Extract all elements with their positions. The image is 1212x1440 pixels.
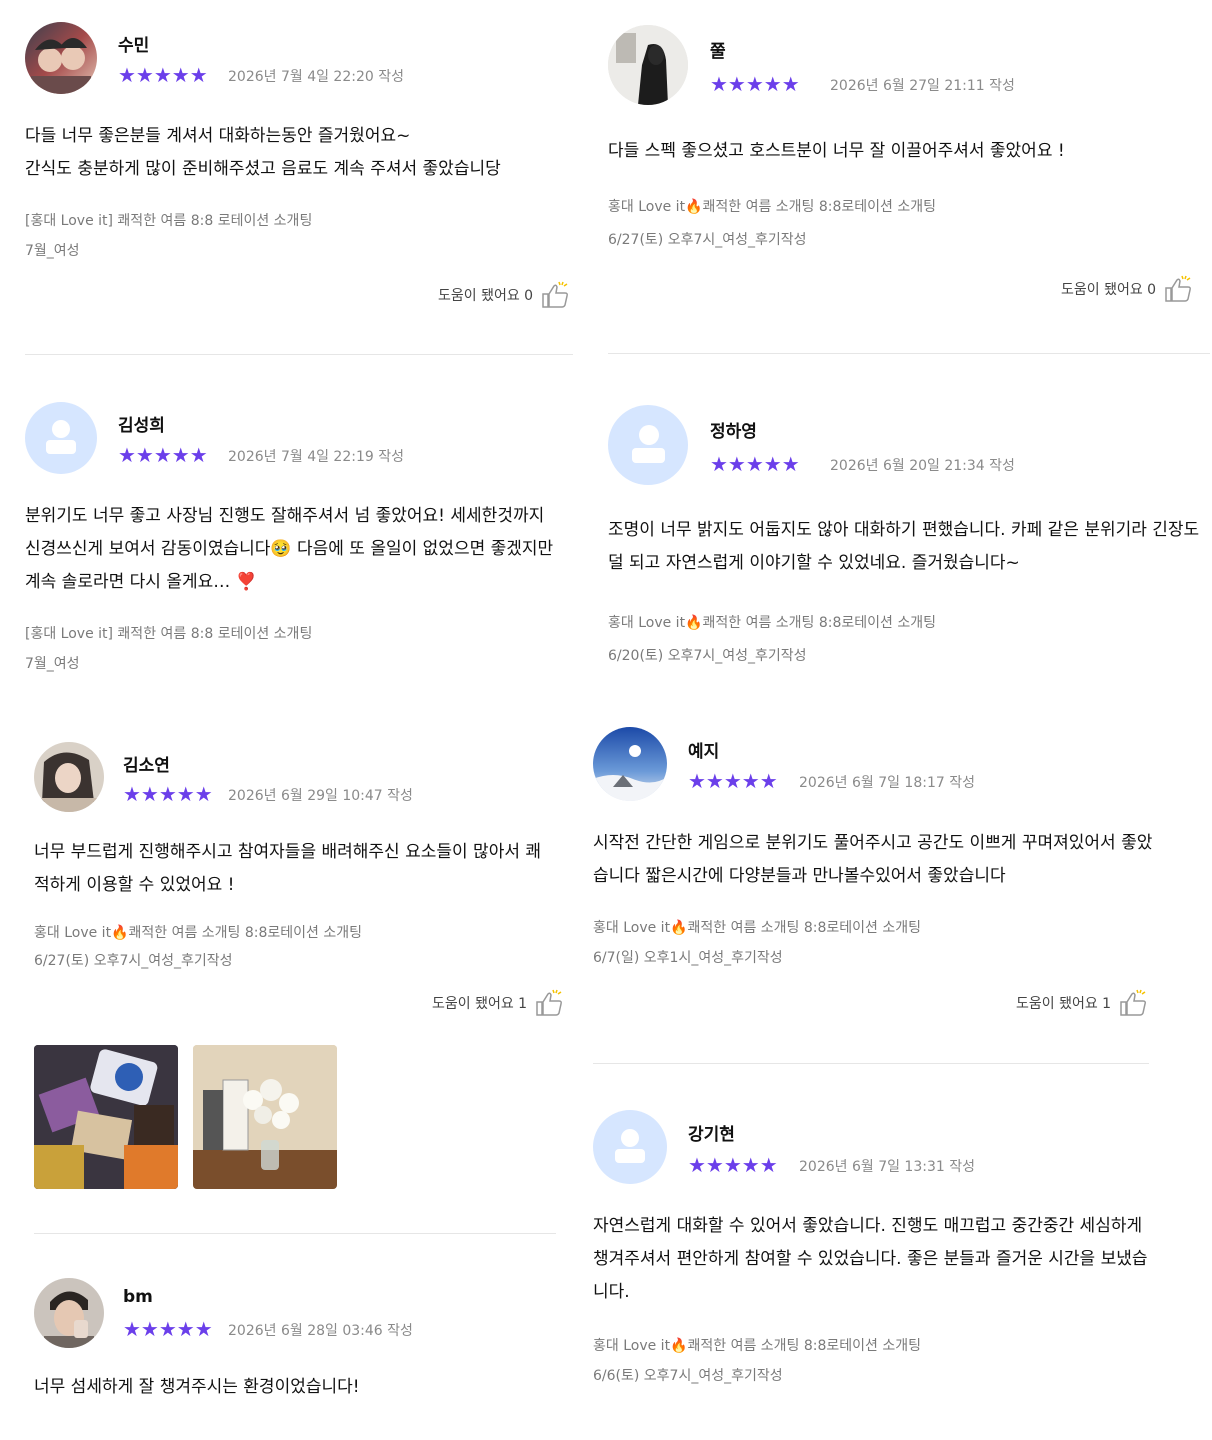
option-info: 7월_여성 — [25, 656, 80, 672]
helpful-label: 도움이 됐어요 1 — [1016, 996, 1112, 1012]
review-text: 다들 너무 좋은분들 계셔서 대화하는동안 즐거웠어요~ 간식도 충분하게 많이… — [25, 126, 501, 179]
thumbs-up-icon — [542, 281, 569, 308]
reviewer-name: 쭐 — [710, 42, 726, 62]
reviewer-name: 정하영 — [710, 422, 757, 442]
profile-photo — [31, 38, 91, 94]
review-date: 2026년 6월 20일 21:34 작성 — [830, 458, 1015, 474]
avatar — [608, 405, 688, 485]
avatar — [25, 402, 97, 474]
helpful-button[interactable]: 도움이 됐어요 0 — [438, 280, 571, 310]
helpful-label: 도움이 됐어요 0 — [1061, 282, 1157, 298]
review-text: 다들 스펙 좋으셨고 호스트분이 너무 잘 이끌어주셔서 좋았어요 ! — [608, 141, 1065, 161]
product-name: [홍대 Love it] 쾌적한 여름 8:8 로테이션 소개팅 — [25, 626, 313, 642]
avatar — [25, 22, 97, 94]
review-date: 2026년 6월 29일 10:47 작성 — [228, 788, 413, 804]
avatar — [34, 1278, 104, 1348]
review-date: 2026년 6월 27일 21:11 작성 — [830, 78, 1015, 94]
option-info: 6/27(토) 오후7시_여성_후기작성 — [608, 232, 807, 248]
divider — [25, 354, 573, 355]
divider — [34, 1233, 556, 1234]
reviewer-name: 강기현 — [688, 1125, 735, 1145]
profile-photo — [608, 25, 688, 105]
option-info: 6/27(토) 오후7시_여성_후기작성 — [34, 953, 233, 969]
product-name: 홍대 Love it🔥쾌적한 여름 소개팅 8:8로테이션 소개팅 — [593, 920, 922, 936]
helpful-button[interactable]: 도움이 됐어요 1 — [1016, 988, 1149, 1018]
review-text: 너무 섬세하게 잘 챙겨주시는 환경이었습니다! — [34, 1377, 360, 1397]
avatar — [34, 742, 104, 812]
product-name: 홍대 Love it🔥쾌적한 여름 소개팅 8:8로테이션 소개팅 — [593, 1338, 922, 1354]
profile-photo — [593, 727, 667, 801]
review-date: 2026년 6월 7일 18:17 작성 — [799, 775, 975, 791]
review-text: 너무 부드럽게 진행해주시고 참여자들을 배려해주신 요소들이 많아서 쾌적하게… — [34, 842, 542, 895]
review-text: 조명이 너무 밝지도 어둡지도 않아 대화하기 편했습니다. 카페 같은 분위기… — [608, 520, 1200, 573]
star-rating: ★★★★★ — [118, 63, 208, 87]
reviewer-name: bm — [123, 1287, 153, 1307]
profile-photo — [44, 1291, 94, 1348]
star-rating: ★★★★★ — [123, 782, 213, 806]
helpful-label: 도움이 됐어요 0 — [438, 288, 534, 304]
avatar — [593, 727, 667, 801]
snacks-photo — [34, 1045, 178, 1189]
review-text: 자연스럽게 대화할 수 있어서 좋았습니다. 진행도 매끄럽고 중간중간 세심하… — [593, 1216, 1148, 1302]
option-info: 6/6(토) 오후7시_여성_후기작성 — [593, 1368, 783, 1384]
reviewer-name: 수민 — [118, 36, 150, 56]
star-rating: ★★★★★ — [710, 72, 800, 96]
divider — [593, 1063, 1149, 1064]
product-name: 홍대 Love it🔥쾌적한 여름 소개팅 8:8로테이션 소개팅 — [34, 925, 363, 941]
product-name: [홍대 Love it] 쾌적한 여름 8:8 로테이션 소개팅 — [25, 213, 313, 229]
helpful-label: 도움이 됐어요 1 — [432, 996, 528, 1012]
star-rating: ★★★★★ — [710, 452, 800, 476]
review-date: 2026년 7월 4일 22:19 작성 — [228, 449, 404, 465]
helpful-button[interactable]: 도움이 됐어요 0 — [1061, 274, 1194, 304]
star-rating: ★★★★★ — [118, 443, 208, 467]
reviewer-name: 김소연 — [123, 756, 170, 776]
star-rating: ★★★★★ — [688, 1153, 778, 1177]
product-name: 홍대 Love it🔥쾌적한 여름 소개팅 8:8로테이션 소개팅 — [608, 615, 937, 631]
star-rating: ★★★★★ — [123, 1317, 213, 1341]
review-text: 시작전 간단한 게임으로 분위기도 풀어주시고 공간도 이쁘게 꾸며져있어서 좋… — [593, 833, 1153, 886]
review-date: 2026년 7월 4일 22:20 작성 — [228, 69, 404, 85]
thumbs-up-icon — [536, 989, 563, 1016]
star-rating: ★★★★★ — [688, 769, 778, 793]
review-photo[interactable] — [193, 1045, 337, 1189]
reviewer-name: 김성희 — [118, 416, 165, 436]
helpful-button[interactable]: 도움이 됐어요 1 — [432, 988, 565, 1018]
divider — [608, 353, 1210, 354]
thumbs-up-icon — [1165, 275, 1192, 302]
option-info: 7월_여성 — [25, 243, 80, 259]
reviewer-name: 예지 — [688, 742, 720, 762]
avatar — [593, 1110, 667, 1184]
product-name: 홍대 Love it🔥쾌적한 여름 소개팅 8:8로테이션 소개팅 — [608, 199, 937, 215]
review-text: 분위기도 너무 좋고 사장님 진행도 잘해주셔서 넘 좋았어요! 세세한것까지 … — [25, 506, 554, 592]
review-date: 2026년 6월 28일 03:46 작성 — [228, 1323, 413, 1339]
review-photo[interactable] — [34, 1045, 178, 1189]
option-info: 6/7(일) 오후1시_여성_후기작성 — [593, 950, 783, 966]
flowers-photo — [193, 1045, 337, 1189]
option-info: 6/20(토) 오후7시_여성_후기작성 — [608, 648, 807, 664]
thumbs-up-icon — [1120, 989, 1147, 1016]
review-date: 2026년 6월 7일 13:31 작성 — [799, 1159, 975, 1175]
profile-photo — [34, 752, 104, 812]
avatar — [608, 25, 688, 105]
